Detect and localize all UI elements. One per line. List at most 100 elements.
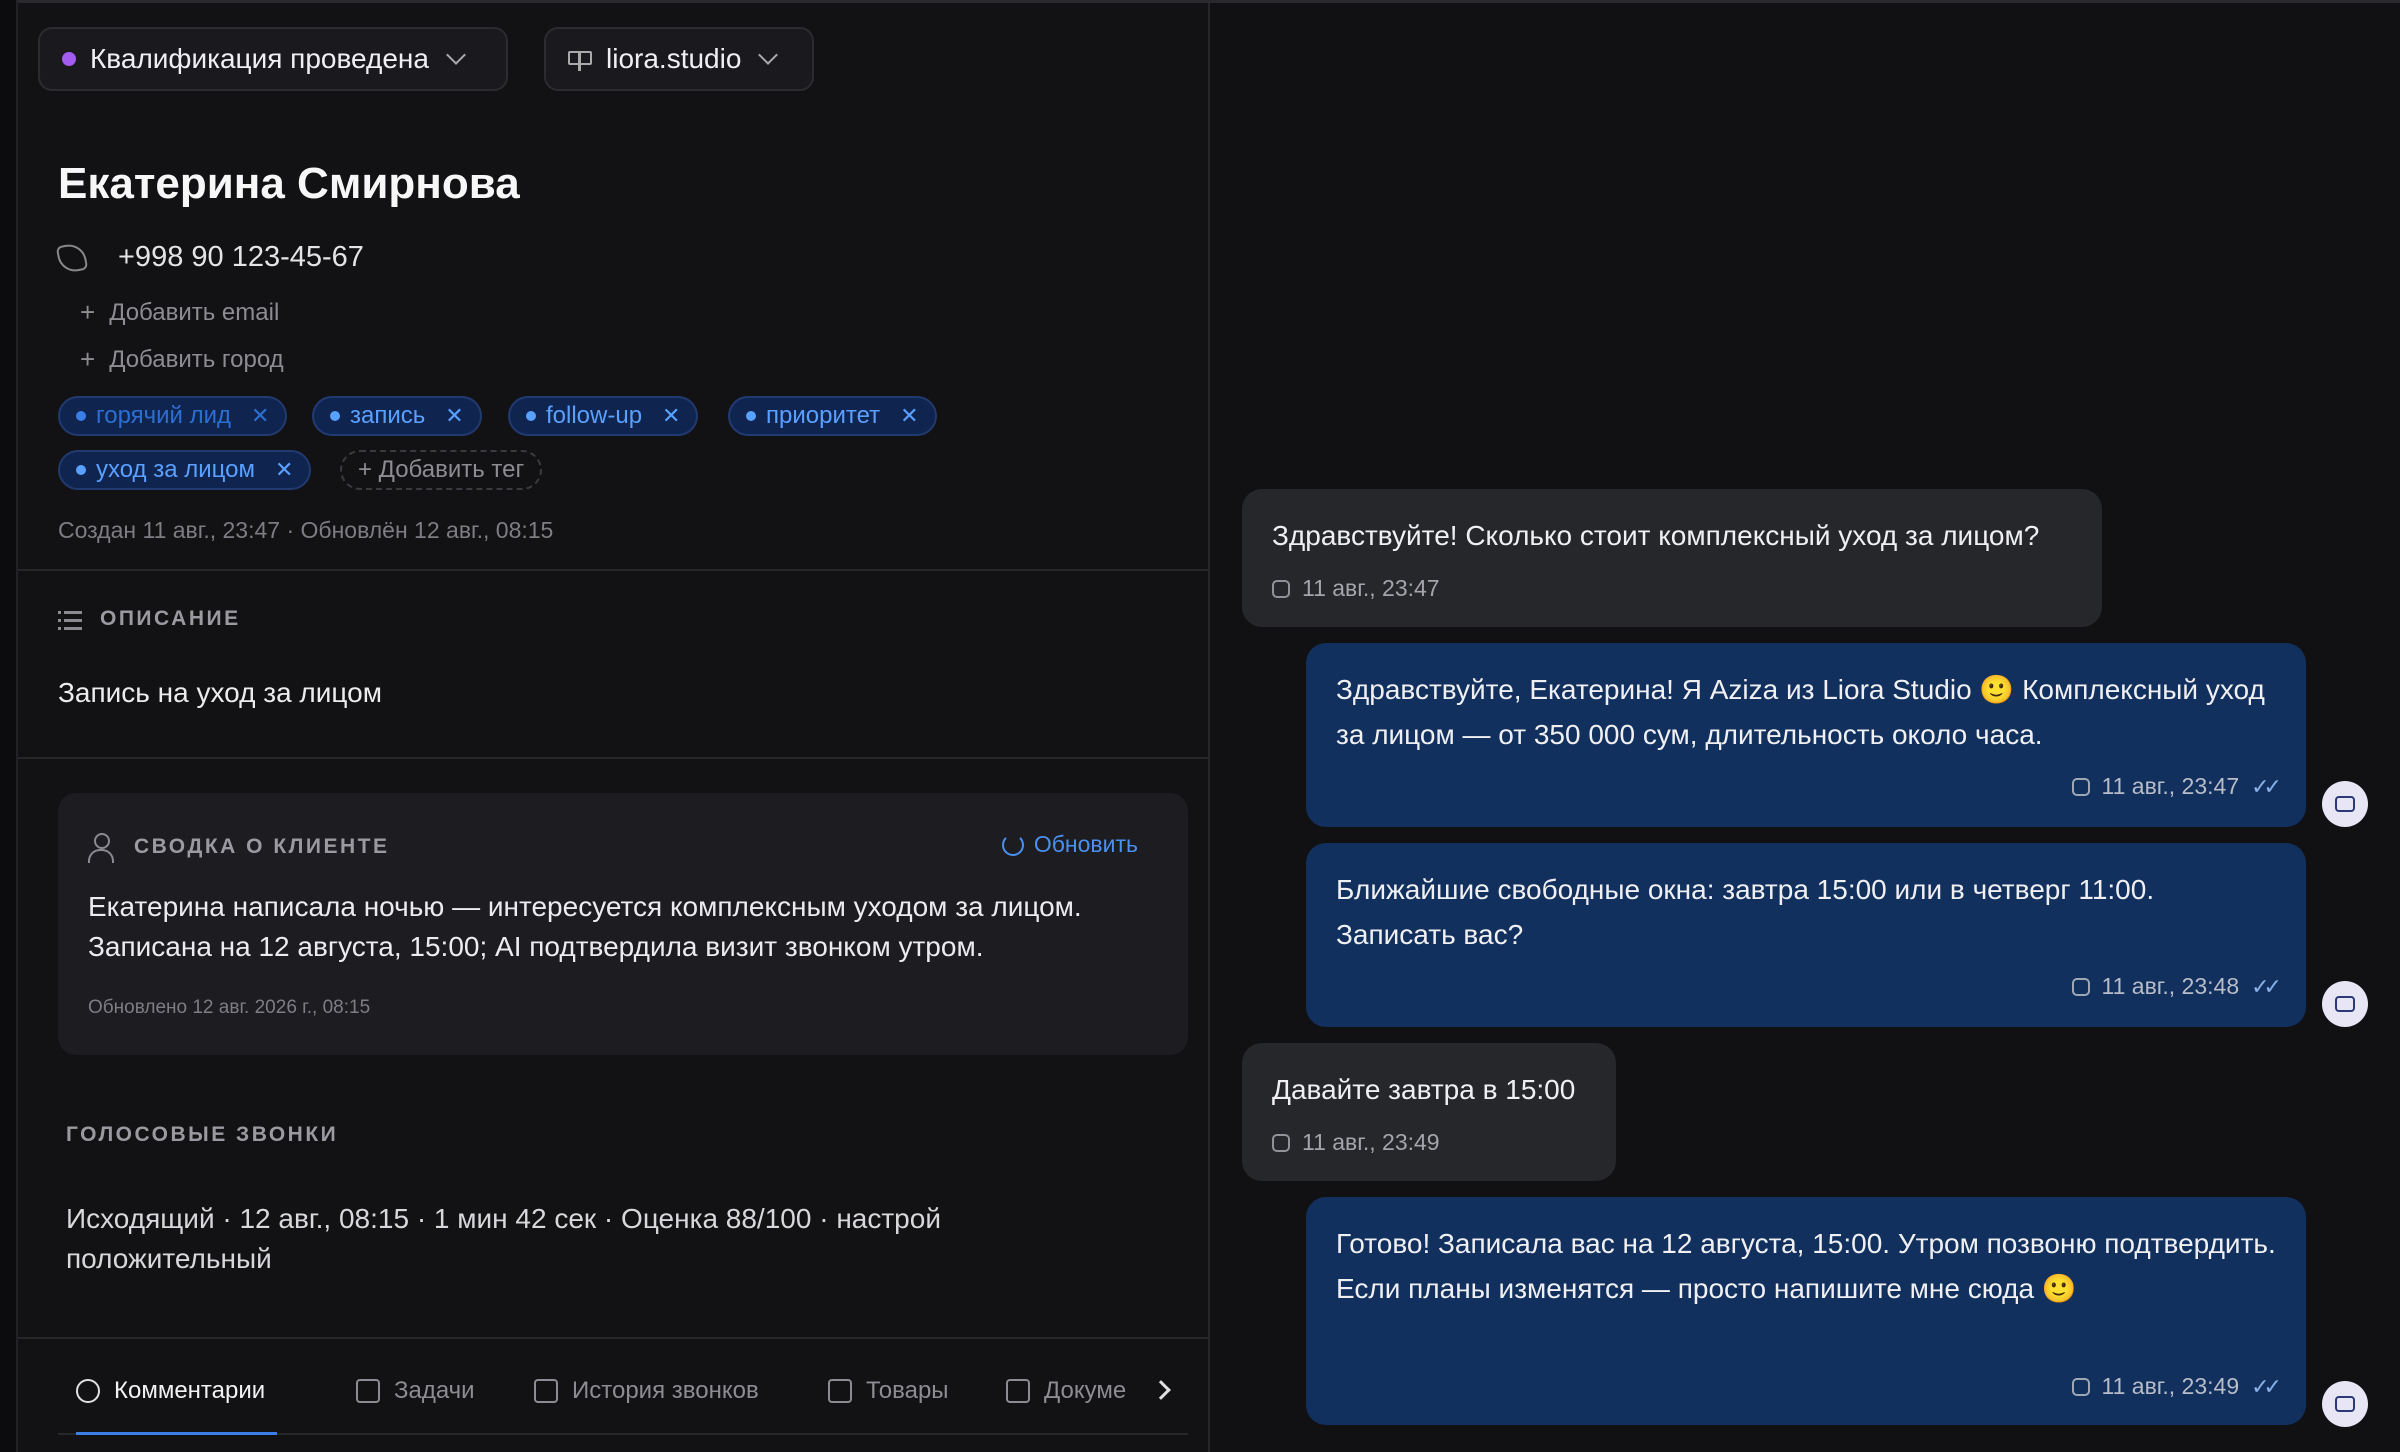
chevron-down-icon: [446, 45, 466, 65]
divider: [18, 1337, 1210, 1339]
summary-text: Екатерина написала ночью — интересуется …: [88, 891, 1082, 962]
checkbox-icon: [356, 1379, 380, 1403]
message-outgoing: Ближайшие свободные окна: завтра 15:00 и…: [1306, 843, 2306, 1027]
client-summary-card: СВОДКА О КЛИЕНТЕ Обновить Екатерина напи…: [58, 793, 1188, 1055]
plus-icon: +: [80, 344, 96, 374]
close-icon[interactable]: ✕: [900, 403, 918, 429]
tag-dot: [330, 411, 340, 421]
message-meta: 11 авг., 23:47 ✓✓: [2071, 773, 2282, 800]
status-dot: [62, 52, 76, 66]
contact-name[interactable]: Екатерина Смирнова: [58, 159, 520, 209]
voice-call-entry[interactable]: Исходящий · 12 авг., 08:15 · 1 мин 42 се…: [66, 1199, 1026, 1279]
tab-documents[interactable]: Докуме: [1006, 1349, 1126, 1433]
phone-row[interactable]: +998 90 123-45-67: [55, 241, 364, 274]
message-meta: 11 авг., 23:47: [1272, 575, 1440, 602]
document-icon: [1006, 1379, 1030, 1403]
close-icon[interactable]: ✕: [445, 403, 463, 429]
add-email-button[interactable]: + Добавить email: [80, 297, 279, 328]
divider: [18, 569, 1210, 571]
tab-call-history[interactable]: История звонков: [534, 1349, 759, 1433]
chat-panel: Здравствуйте! Сколько стоит комплексный …: [1212, 3, 2400, 1452]
created-updated-meta: Создан 11 авг., 23:47 · Обновлён 12 авг.…: [58, 517, 554, 543]
message-meta: 11 авг., 23:49: [1272, 1129, 1440, 1156]
tab-label: Задачи: [394, 1377, 475, 1404]
description-title: ОПИСАНИЕ: [100, 607, 241, 630]
tag-label: уход за лицом: [96, 456, 255, 483]
bot-avatar-icon: [2322, 1381, 2368, 1427]
tag-follow-up[interactable]: follow-up ✕: [508, 396, 699, 436]
message-time: 11 авг., 23:47: [1302, 575, 1440, 601]
tab-products[interactable]: Товары: [828, 1349, 949, 1433]
refresh-summary-button[interactable]: Обновить: [1001, 831, 1138, 858]
message-incoming: Давайте завтра в 15:00 11 авг., 23:49: [1242, 1043, 1616, 1181]
message-text: Давайте завтра в 15:00: [1272, 1074, 1576, 1105]
refresh-label: Обновить: [1033, 831, 1138, 857]
tab-label: Докуме: [1044, 1377, 1127, 1404]
instagram-icon: [2071, 1377, 2090, 1396]
summary-updated: Обновлено 12 авг. 2026 г., 08:15: [88, 997, 371, 1018]
chevron-right-icon[interactable]: [1151, 1380, 1171, 1400]
bot-avatar-icon: [2322, 781, 2368, 827]
message-text: Ближайшие свободные окна: завтра 15:00 и…: [1336, 874, 2155, 950]
description-text[interactable]: Запись на уход за лицом: [58, 677, 382, 709]
add-tag-label: + Добавить тег: [358, 456, 525, 483]
message-text: Здравствуйте, Екатерина! Я Aziza из Lior…: [1336, 674, 2265, 750]
tag-priority[interactable]: приоритет ✕: [728, 396, 937, 436]
close-icon[interactable]: ✕: [662, 403, 680, 429]
message-time: 11 авг., 23:49: [1302, 1129, 1440, 1155]
tab-tasks[interactable]: Задачи: [356, 1349, 475, 1433]
divider: [18, 757, 1210, 759]
message-time: 11 авг., 23:49: [2101, 1373, 2240, 1399]
add-city-button[interactable]: + Добавить город: [80, 344, 284, 375]
voice-calls-title: ГОЛОСОВЫЕ ЗВОНКИ: [66, 1123, 339, 1146]
source-label: liora.studio: [606, 43, 742, 74]
add-tag-button[interactable]: + Добавить тег: [340, 450, 543, 490]
message-meta: 11 авг., 23:49 ✓✓: [2071, 1373, 2282, 1400]
comment-icon: [76, 1379, 100, 1403]
instagram-icon: [1272, 1133, 1290, 1152]
summary-title: СВОДКА О КЛИЕНТЕ: [134, 835, 390, 858]
tag-label: запись: [350, 402, 426, 429]
chevron-down-icon: [758, 45, 779, 65]
tag-booking[interactable]: запись ✕: [312, 396, 482, 436]
tag-hot-lead[interactable]: горячий лид ✕: [58, 396, 288, 436]
person-icon: [88, 833, 116, 863]
tag-dot: [526, 411, 536, 421]
message-incoming: Здравствуйте! Сколько стоит комплексный …: [1242, 489, 2102, 627]
bot-avatar-icon: [2322, 981, 2368, 1027]
detail-tabs: Комментарии Задачи История звонков Товар…: [58, 1349, 1188, 1435]
phone-number: +998 90 123-45-67: [118, 241, 364, 273]
list-icon: [58, 611, 82, 631]
message-time: 11 авг., 23:48: [2101, 973, 2240, 999]
message-time: 11 авг., 23:47: [2101, 773, 2240, 799]
tag-dot: [746, 411, 756, 421]
double-check-icon: ✓✓: [2251, 1373, 2282, 1399]
close-icon[interactable]: ✕: [251, 403, 269, 429]
add-city-label: Добавить город: [109, 345, 284, 373]
status-label: Квалификация проведена: [90, 43, 429, 74]
tag-label: follow-up: [546, 402, 643, 429]
status-dropdown[interactable]: Квалификация проведена: [38, 27, 508, 91]
phone-icon: [55, 241, 89, 274]
phone-icon: [534, 1379, 558, 1403]
tag-face-care[interactable]: уход за лицом ✕: [58, 450, 312, 490]
message-meta: 11 авг., 23:48 ✓✓: [2071, 973, 2282, 1000]
lead-details-panel: Квалификация проведена liora.studio Екат…: [18, 3, 1210, 1452]
tab-comments[interactable]: Комментарии: [76, 1349, 278, 1435]
tab-label: История звонков: [572, 1377, 759, 1404]
double-check-icon: ✓✓: [2251, 773, 2282, 799]
source-dropdown[interactable]: liora.studio: [544, 27, 814, 91]
message-outgoing: Готово! Записала вас на 12 августа, 15:0…: [1306, 1197, 2306, 1425]
add-email-label: Добавить email: [109, 298, 280, 326]
app-sidebar-edge: [0, 0, 18, 1452]
refresh-icon: [1001, 833, 1024, 856]
box-icon: [828, 1379, 852, 1403]
signpost-icon: [568, 47, 592, 71]
tag-label: приоритет: [766, 402, 881, 429]
close-icon[interactable]: ✕: [275, 457, 293, 483]
instagram-icon: [2071, 977, 2090, 996]
instagram-icon: [2071, 777, 2090, 796]
message-text: Здравствуйте! Сколько стоит комплексный …: [1272, 520, 2040, 551]
instagram-icon: [1272, 579, 1290, 598]
tag-label: горячий лид: [96, 402, 232, 429]
